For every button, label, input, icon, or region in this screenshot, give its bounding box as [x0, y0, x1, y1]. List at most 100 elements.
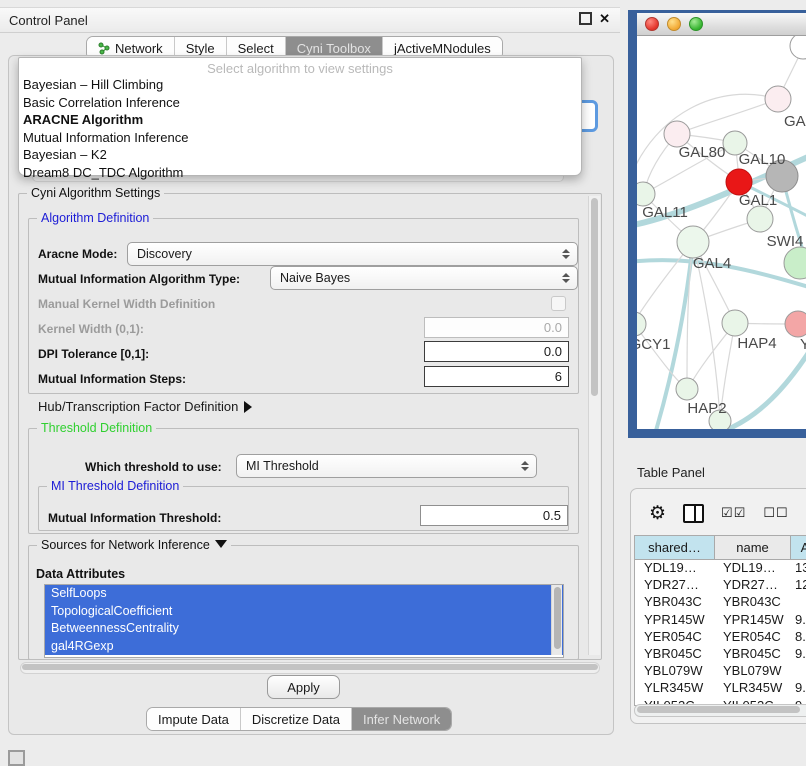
- node-unlabeled[interactable]: [790, 36, 806, 59]
- tab-discretize-data[interactable]: Discretize Data: [240, 708, 351, 730]
- hub-definition-expander[interactable]: Hub/Transcription Factor Definition: [38, 399, 252, 414]
- dropdown-placeholder: Select algorithm to view settings: [19, 58, 581, 76]
- cell: 9.: [789, 646, 806, 663]
- column-header-cut[interactable]: A: [791, 536, 806, 559]
- node-label: GAL11: [642, 204, 688, 221]
- mi-type-label: Mutual Information Algorithm Type:: [38, 272, 240, 286]
- node-label: Y: [800, 336, 806, 353]
- table-horizontal-scrollbar[interactable]: [634, 704, 806, 717]
- cell: YER054C: [635, 629, 714, 646]
- mi-threshold-field[interactable]: 0.5: [420, 505, 568, 526]
- node-swi4[interactable]: [747, 206, 773, 232]
- dropdown-option[interactable]: Bayesian – Hill Climbing: [19, 76, 581, 94]
- mi-steps-field[interactable]: 6: [424, 366, 569, 387]
- combo-value: Discovery: [137, 247, 192, 261]
- dropdown-option[interactable]: Dream8 DC_TDC Algorithm: [19, 164, 581, 182]
- node-labels: GAL GAL80 GAL10 GAL1 GAL11 SWI4 GAL4 GCY…: [637, 113, 806, 417]
- node-label: GAL80: [679, 144, 726, 161]
- gear-icon[interactable]: ⚙: [649, 504, 666, 523]
- table-row[interactable]: YBR043CYBR043C: [635, 594, 806, 611]
- dpi-tolerance-label: DPI Tolerance [0,1]:: [38, 347, 149, 361]
- node-gal4[interactable]: [677, 226, 709, 258]
- table-row[interactable]: YDR27…YDR27…12: [635, 577, 806, 594]
- close-traffic-light-icon[interactable]: [645, 17, 659, 31]
- node-gcy1[interactable]: [637, 312, 646, 336]
- network-icon: [98, 42, 111, 55]
- table-row[interactable]: YER054CYER054C8.: [635, 629, 806, 646]
- network-canvas[interactable]: GAL GAL80 GAL10 GAL1 GAL11 SWI4 GAL4 GCY…: [637, 36, 806, 429]
- table-row[interactable]: YBR045CYBR045C9.: [635, 646, 806, 663]
- columns-icon[interactable]: [683, 504, 704, 523]
- deselect-all-columns-icon[interactable]: ☐☐: [763, 505, 788, 521]
- minimized-panel-icon[interactable]: [8, 750, 25, 766]
- close-icon[interactable]: ✕: [599, 12, 610, 25]
- tab-label: Style: [186, 41, 215, 56]
- node-label: SWI4: [767, 233, 804, 250]
- combo-arrows-icon: [521, 461, 529, 471]
- apply-button[interactable]: Apply: [267, 675, 340, 699]
- scrollbar-thumb[interactable]: [22, 664, 598, 670]
- settings-horizontal-scrollbar[interactable]: [20, 662, 600, 674]
- cell: YDR27…: [714, 577, 789, 594]
- cell: YPR145W: [714, 612, 789, 629]
- tab-impute-data[interactable]: Impute Data: [147, 708, 240, 730]
- teal-edges: [637, 152, 806, 429]
- cell: [789, 594, 806, 611]
- node-label: HAP4: [737, 335, 776, 352]
- minimize-traffic-light-icon[interactable]: [667, 17, 681, 31]
- node-salmon[interactable]: [785, 311, 806, 337]
- settings-vertical-scrollbar[interactable]: [588, 196, 600, 655]
- tab-label: Impute Data: [158, 712, 229, 727]
- node-hap2[interactable]: [676, 378, 698, 400]
- zoom-traffic-light-icon[interactable]: [689, 17, 703, 31]
- scrollbar-thumb[interactable]: [554, 587, 561, 649]
- list-item[interactable]: SelfLoops: [45, 585, 563, 603]
- sources-title[interactable]: Sources for Network Inference: [37, 538, 231, 552]
- list-scrollbar[interactable]: [551, 585, 562, 655]
- cell: YER054C: [714, 629, 789, 646]
- dropdown-option[interactable]: Mutual Information Inference: [19, 129, 581, 147]
- table-header-row: shared… name A: [635, 536, 806, 560]
- data-attributes-list[interactable]: SelfLoops TopologicalCoefficient Between…: [44, 584, 564, 658]
- node-label: GAL: [784, 113, 806, 130]
- network-window-titlebar[interactable]: [637, 13, 806, 36]
- network-view-window[interactable]: GAL GAL80 GAL10 GAL1 GAL11 SWI4 GAL4 GCY…: [628, 10, 806, 438]
- mi-type-combo[interactable]: Naive Bayes: [270, 266, 578, 290]
- table-row[interactable]: YLR345WYLR345W9.: [635, 680, 806, 697]
- aracne-mode-combo[interactable]: Discovery: [127, 242, 578, 266]
- table-row[interactable]: YPR145WYPR145W9.: [635, 612, 806, 629]
- dpi-tolerance-field[interactable]: 0.0: [424, 341, 569, 362]
- list-item[interactable]: TopologicalCoefficient: [45, 603, 563, 621]
- data-attributes-label: Data Attributes: [36, 567, 125, 581]
- tab-label: Discretize Data: [252, 712, 340, 727]
- node-hap4[interactable]: [722, 310, 748, 336]
- list-item[interactable]: gal4RGexp: [45, 638, 563, 656]
- node-bright-green[interactable]: [784, 247, 806, 279]
- column-header-name[interactable]: name: [715, 536, 791, 559]
- combo-arrows-icon: [562, 249, 570, 259]
- dropdown-option[interactable]: Bayesian – K2: [19, 146, 581, 164]
- table-panel: ⚙ ☑☑ ☐☐ shared… name A YDL19…YDL19…13 YD…: [630, 488, 806, 724]
- cell: 9.: [789, 680, 806, 697]
- control-panel-titlebar: Control Panel ✕: [0, 7, 620, 33]
- node-gal11[interactable]: [637, 182, 655, 206]
- table-row[interactable]: YDL19…YDL19…13: [635, 560, 806, 577]
- select-all-columns-icon[interactable]: ☑☑: [721, 505, 746, 521]
- tab-infer-network[interactable]: Infer Network: [351, 708, 451, 730]
- apply-button-label: Apply: [287, 680, 320, 695]
- scrollbar-thumb[interactable]: [591, 198, 598, 396]
- dropdown-option-aracne[interactable]: ARACNE Algorithm: [19, 111, 581, 129]
- manual-kernel-checkbox[interactable]: [551, 296, 566, 311]
- table-panel-title: Table Panel: [637, 465, 705, 480]
- cell: YDL19…: [635, 560, 714, 577]
- float-window-icon[interactable]: [579, 12, 592, 25]
- cell: 9.: [789, 612, 806, 629]
- which-threshold-combo[interactable]: MI Threshold: [236, 454, 537, 478]
- cell: YPR145W: [635, 612, 714, 629]
- dropdown-option[interactable]: Basic Correlation Inference: [19, 94, 581, 112]
- list-item[interactable]: BetweennessCentrality: [45, 620, 563, 638]
- scrollbar-thumb[interactable]: [637, 706, 800, 713]
- node-gal-cut[interactable]: [765, 86, 791, 112]
- column-header-shared-name[interactable]: shared…: [635, 536, 715, 559]
- table-row[interactable]: YBL079WYBL079W: [635, 663, 806, 680]
